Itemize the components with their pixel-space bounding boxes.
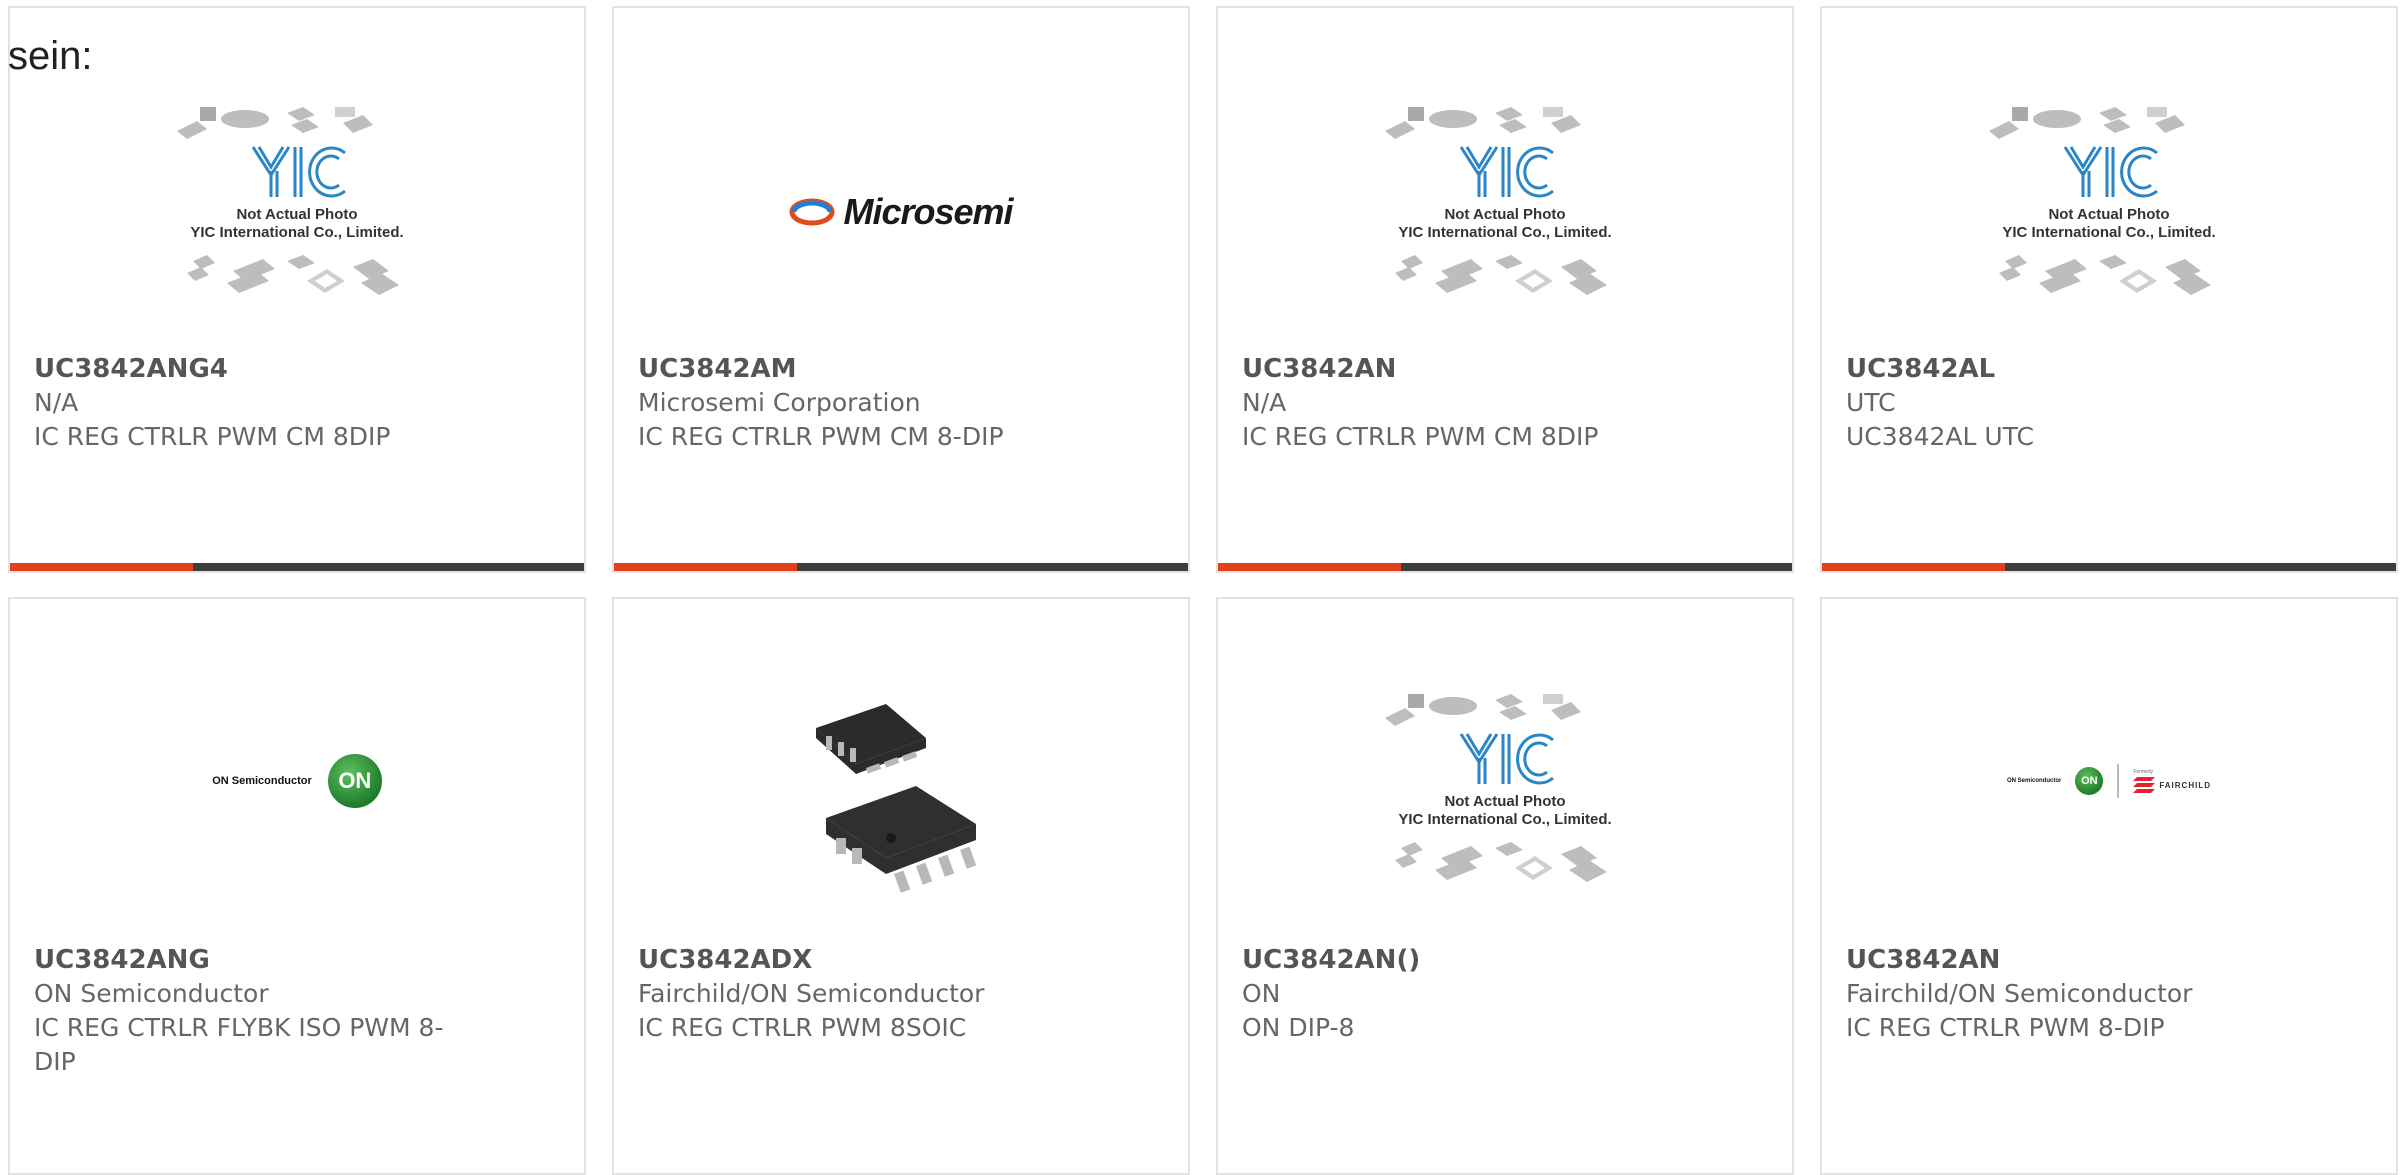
manufacturer: UTC [1846, 388, 1896, 417]
description: IC REG CTRLR PWM CM 8-DIP [638, 422, 1004, 451]
product-card[interactable]: Not Actual Photo YIC International Co., … [8, 6, 586, 573]
not-actual-photo-placeholder: Not Actual Photo YIC International Co., … [1218, 86, 1792, 346]
card-bottom-bar [10, 563, 584, 571]
description: IC REG CTRLR PWM CM 8DIP [1242, 422, 1599, 451]
product-info: UC3842AN() ON ON DIP-8 [1242, 943, 1712, 1045]
placeholder-line1: Not Actual Photo [236, 206, 357, 223]
part-number[interactable]: UC3842ANG [34, 943, 504, 977]
not-actual-photo-placeholder: Not Actual Photo YIC International Co., … [1822, 86, 2396, 346]
product-card[interactable]: UC3842ADX Fairchild/ON Semiconductor IC … [612, 597, 1190, 1175]
product-card[interactable]: ON Semiconductor ON Formerly FAIRCHILD U… [1820, 597, 2398, 1175]
part-number[interactable]: UC3842ANG4 [34, 352, 504, 386]
card-bar-accent [1218, 563, 1401, 571]
placeholder-line1: Not Actual Photo [1444, 206, 1565, 223]
not-actual-photo-placeholder: Not Actual Photo YIC International Co., … [1218, 673, 1792, 933]
fairchild-formerly-text: Formerly [2133, 769, 2154, 775]
card-bottom-bar [1822, 563, 2396, 571]
fairchild-logo-text: FAIRCHILD [2159, 780, 2211, 790]
product-card[interactable]: Not Actual Photo YIC International Co., … [1820, 6, 2398, 573]
placeholder-line2: YIC International Co., Limited. [190, 224, 403, 241]
product-info: UC3842ANG4 N/A IC REG CTRLR PWM CM 8DIP [34, 352, 504, 454]
placeholder-line2: YIC International Co., Limited. [1398, 811, 1611, 828]
chip-placeholder-image: Not Actual Photo YIC International Co., … [1385, 107, 1612, 295]
logo-divider [2117, 764, 2120, 798]
description: IC REG CTRLR PWM 8-DIP [1846, 1013, 2165, 1042]
description: IC REG CTRLR PWM CM 8DIP [34, 422, 391, 451]
product-card[interactable]: Not Actual Photo YIC International Co., … [1216, 597, 1794, 1175]
on-badge-icon: ON [327, 754, 382, 808]
placeholder-line2: YIC International Co., Limited. [2002, 224, 2215, 241]
fairchild-mark: Formerly FAIRCHILD [2133, 769, 2211, 793]
placeholder-line1: Not Actual Photo [1444, 793, 1565, 810]
chip-placeholder-image: Not Actual Photo YIC International Co., … [177, 107, 404, 295]
placeholder-line2: YIC International Co., Limited. [1398, 224, 1611, 241]
card-bottom-bar [1218, 563, 1792, 571]
placeholder-line1: Not Actual Photo [2048, 206, 2169, 223]
description: UC3842AL UTC [1846, 422, 2034, 451]
product-info: UC3842ADX Fairchild/ON Semiconductor IC … [638, 943, 1108, 1045]
manufacturer: N/A [34, 388, 79, 417]
microsemi-swoosh-icon [789, 198, 835, 226]
product-info: UC3842ANG ON Semiconductor IC REG CTRLR … [34, 943, 504, 1079]
part-number[interactable]: UC3842AN [1846, 943, 2316, 977]
on-badge-icon: ON [2075, 767, 2104, 795]
description: IC REG CTRLR PWM 8SOIC [638, 1013, 967, 1042]
description: ON DIP-8 [1242, 1013, 1355, 1042]
not-actual-photo-placeholder: Not Actual Photo YIC International Co., … [10, 86, 584, 346]
chip-placeholder-image: Not Actual Photo YIC International Co., … [1385, 694, 1612, 882]
fairchild-stripes-icon [2133, 777, 2156, 793]
microsemi-logo: Microsemi [614, 86, 1188, 346]
card-bar-accent [614, 563, 797, 571]
product-grid: Not Actual Photo YIC International Co., … [8, 6, 2398, 1175]
on-fairchild-logo: ON Semiconductor ON Formerly FAIRCHILD [1822, 673, 2396, 933]
product-info: UC3842AN Fairchild/ON Semiconductor IC R… [1846, 943, 2316, 1045]
part-number[interactable]: UC3842AM [638, 352, 1108, 386]
manufacturer: Microsemi Corporation [638, 388, 921, 417]
on-semiconductor-logo-text: ON Semiconductor [2006, 778, 2062, 784]
product-card[interactable]: ON Semiconductor ON UC3842ANG ON Semicon… [8, 597, 586, 1175]
description: IC REG CTRLR FLYBK ISO PWM 8-DIP [34, 1013, 444, 1076]
part-number[interactable]: UC3842AN [1242, 352, 1712, 386]
manufacturer: Fairchild/ON Semiconductor [638, 979, 985, 1008]
part-number[interactable]: UC3842AL [1846, 352, 2316, 386]
part-number[interactable]: UC3842ADX [638, 943, 1108, 977]
manufacturer: ON [1242, 979, 1281, 1008]
manufacturer: Fairchild/ON Semiconductor [1846, 979, 2193, 1008]
soic-chip-image [816, 704, 977, 893]
card-bottom-bar [614, 563, 1188, 571]
microsemi-logo-text: Microsemi [843, 191, 1013, 232]
soic-chip-photo [614, 673, 1188, 933]
product-card[interactable]: Not Actual Photo YIC International Co., … [1216, 6, 1794, 573]
product-card[interactable]: Microsemi UC3842AM Microsemi Corporation… [612, 6, 1190, 573]
product-info: UC3842AL UTC UC3842AL UTC [1846, 352, 2316, 454]
card-bar-accent [10, 563, 193, 571]
on-semiconductor-logo-text: ON Semiconductor [212, 775, 312, 787]
product-info: UC3842AN N/A IC REG CTRLR PWM CM 8DIP [1242, 352, 1712, 454]
product-info: UC3842AM Microsemi Corporation IC REG CT… [638, 352, 1108, 454]
part-number[interactable]: UC3842AN() [1242, 943, 1712, 977]
on-semiconductor-logo: ON Semiconductor ON [10, 673, 584, 933]
lead-text: sein: [8, 34, 93, 78]
manufacturer: ON Semiconductor [34, 979, 269, 1008]
manufacturer: N/A [1242, 388, 1287, 417]
chip-placeholder-image: Not Actual Photo YIC International Co., … [1989, 107, 2216, 295]
card-bar-accent [1822, 563, 2005, 571]
